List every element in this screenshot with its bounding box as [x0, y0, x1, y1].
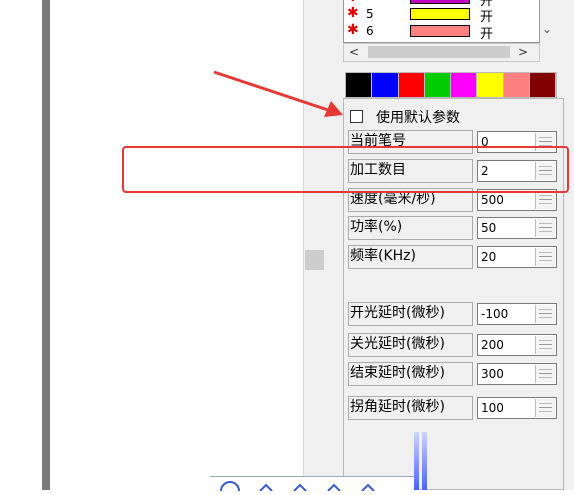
frequency-field[interactable]: 20 — [477, 246, 557, 268]
bar-mark — [414, 432, 419, 490]
panel-splitter[interactable] — [303, 0, 343, 490]
spin-buttons[interactable] — [535, 365, 555, 383]
layer-number: 6 — [366, 24, 374, 38]
layer-number: 5 — [366, 7, 374, 21]
use-default-checkbox[interactable] — [350, 110, 363, 123]
spin-buttons[interactable] — [535, 248, 555, 266]
palette-color[interactable] — [477, 73, 504, 97]
marked-star-icon: ✱ — [347, 22, 359, 38]
laser-off-delay-field[interactable]: 200 — [477, 334, 557, 356]
layer-state[interactable]: 开 — [480, 23, 493, 42]
spin-buttons[interactable] — [535, 399, 555, 417]
drawing-canvas[interactable] — [50, 0, 303, 490]
laser-off-delay-value: 200 — [481, 338, 504, 352]
frequency-value: 20 — [481, 250, 497, 264]
palette-color[interactable] — [503, 73, 530, 97]
highlight-box — [122, 146, 569, 193]
corner-delay-label: 拐角延时(微秒) — [348, 396, 473, 420]
chevron-down-icon[interactable]: ⌄ — [540, 18, 554, 41]
layer-color-swatch[interactable] — [410, 25, 470, 37]
layer-color-swatch[interactable] — [410, 8, 470, 20]
layer-row[interactable]: ✱ 5 开 — [344, 5, 539, 25]
chevron-right-icon[interactable]: > — [518, 45, 534, 60]
chevron-left-icon[interactable]: < — [349, 45, 365, 60]
laser-on-delay-value: -100 — [481, 307, 509, 321]
color-palette — [345, 72, 557, 98]
scrollbar-thumb[interactable] — [368, 46, 510, 58]
decorative-bars — [412, 432, 432, 490]
end-delay-label: 结束延时(微秒) — [348, 362, 473, 386]
marked-star-icon: ✱ — [347, 5, 359, 21]
speed-value: 500 — [481, 193, 504, 207]
bottom-toolbar-strip — [210, 476, 416, 495]
palette-color[interactable] — [451, 73, 478, 97]
power-value: 50 — [481, 221, 497, 235]
spin-buttons[interactable] — [535, 219, 555, 237]
layer-color-swatch[interactable] — [410, 0, 470, 4]
laser-off-delay-label: 关光延时(微秒) — [348, 333, 473, 357]
palette-color[interactable] — [424, 73, 451, 97]
palette-color[interactable] — [529, 73, 556, 97]
power-label: 功率(%) — [348, 216, 473, 240]
laser-on-delay-label: 开光延时(微秒) — [348, 302, 473, 326]
laser-on-delay-field[interactable]: -100 — [477, 303, 557, 325]
spin-buttons[interactable] — [535, 336, 555, 354]
palette-color[interactable] — [346, 73, 373, 97]
corner-delay-field[interactable]: 100 — [477, 397, 557, 419]
palette-color[interactable] — [372, 73, 399, 97]
layer-row[interactable]: ✱ 6 开 — [344, 22, 539, 42]
palette-color[interactable] — [398, 73, 425, 97]
power-field[interactable]: 50 — [477, 217, 557, 239]
end-delay-value: 300 — [481, 367, 504, 381]
end-delay-field[interactable]: 300 — [477, 363, 557, 385]
spin-buttons[interactable] — [535, 191, 555, 209]
frequency-label: 频率(KHz) — [348, 245, 473, 269]
bar-mark — [422, 432, 427, 490]
splitter-handle[interactable] — [305, 250, 324, 270]
corner-delay-value: 100 — [481, 401, 504, 415]
spin-buttons[interactable] — [535, 305, 555, 323]
layer-list[interactable]: ✱ 开 ✱ 5 开 ✱ 6 开 — [343, 0, 540, 43]
zoom-icon-row — [220, 481, 375, 495]
canvas-left-border — [42, 0, 50, 490]
use-default-label: 使用默认参数 — [376, 110, 460, 126]
